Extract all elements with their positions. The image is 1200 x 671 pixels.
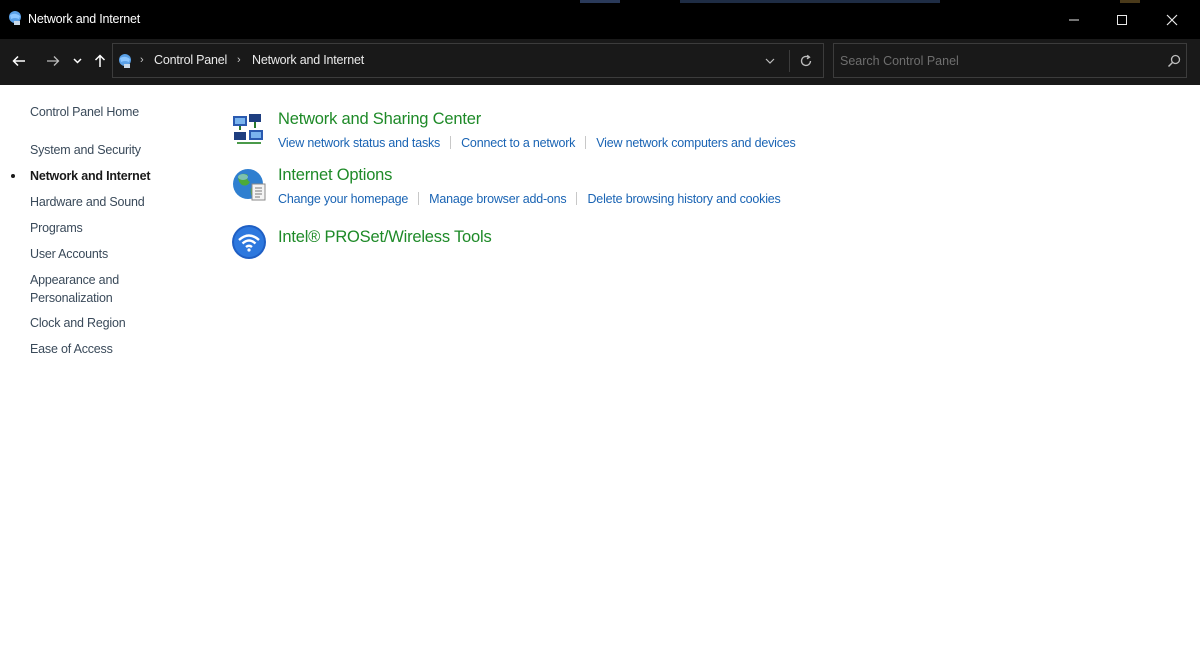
category-links: View network status and tasks Connect to … [278,136,796,150]
up-arrow-icon [94,54,106,67]
refresh-button[interactable] [796,51,816,71]
link-delete-browsing-history[interactable]: Delete browsing history and cookies [587,192,780,206]
link-change-homepage[interactable]: Change your homepage [278,192,408,206]
refresh-icon [800,54,812,67]
sidebar-item-ease-of-access[interactable]: Ease of Access [30,340,113,358]
active-bullet-icon [11,174,15,178]
sidebar-item-user-accounts[interactable]: User Accounts [30,245,108,263]
sidebar-item-appearance-and-personalization[interactable]: Appearance and Personalization [30,271,140,307]
sidebar-item-network-and-internet[interactable]: Network and Internet [30,167,151,185]
control-panel-icon [9,11,21,25]
address-divider [789,50,790,72]
chevron-down-icon [765,58,775,64]
recent-locations-button[interactable] [70,51,84,71]
breadcrumb-network-and-internet[interactable]: Network and Internet [252,53,364,67]
search-input[interactable] [840,51,1150,71]
sidebar-item-system-and-security[interactable]: System and Security [30,141,141,159]
sidebar: Control Panel Home System and Security N… [0,85,200,671]
close-button[interactable] [1149,0,1195,39]
globe-icon[interactable] [230,166,268,204]
link-divider [585,136,587,149]
breadcrumb-separator-icon: › [237,54,241,66]
sidebar-item-hardware-and-sound[interactable]: Hardware and Sound [30,193,145,211]
network-sharing-icon[interactable] [230,110,268,148]
back-arrow-icon [12,55,25,67]
link-view-network-status[interactable]: View network status and tasks [278,136,440,150]
control-panel-icon [119,54,131,68]
maximize-button[interactable] [1099,0,1145,39]
close-icon [1166,14,1178,25]
forward-arrow-icon [47,56,60,66]
up-button[interactable] [90,51,110,71]
category-title-intel-proset-wireless[interactable]: Intel® PROSet/Wireless Tools [278,228,492,247]
link-view-network-computers[interactable]: View network computers and devices [596,136,796,150]
category-title-network-and-sharing-center[interactable]: Network and Sharing Center [278,110,481,129]
back-button[interactable] [8,51,30,71]
category-title-internet-options[interactable]: Internet Options [278,166,392,185]
breadcrumb-separator-icon: › [140,54,144,66]
window-title: Network and Internet [28,12,141,26]
link-divider [418,192,420,205]
chevron-down-icon [72,58,82,64]
minimize-button[interactable] [1051,0,1097,39]
forward-button[interactable] [42,51,64,71]
search-icon[interactable] [1166,53,1182,69]
link-manage-browser-addons[interactable]: Manage browser add-ons [429,192,567,206]
sidebar-item-programs[interactable]: Programs [30,219,83,237]
breadcrumb-control-panel[interactable]: Control Panel [154,53,227,67]
minimize-icon [1069,19,1079,20]
sidebar-item-clock-and-region[interactable]: Clock and Region [30,314,126,332]
maximize-icon [1117,14,1127,25]
address-bar[interactable]: › Control Panel › Network and Internet [112,43,824,78]
wireless-icon[interactable] [230,223,268,261]
link-connect-to-network[interactable]: Connect to a network [461,136,575,150]
address-dropdown-button[interactable] [761,52,779,70]
link-divider [576,192,578,205]
sidebar-item-control-panel-home[interactable]: Control Panel Home [30,103,139,121]
link-divider [450,136,452,149]
category-links: Change your homepage Manage browser add-o… [278,192,781,206]
search-box[interactable] [833,43,1187,78]
title-bar: Network and Internet [0,0,1200,39]
